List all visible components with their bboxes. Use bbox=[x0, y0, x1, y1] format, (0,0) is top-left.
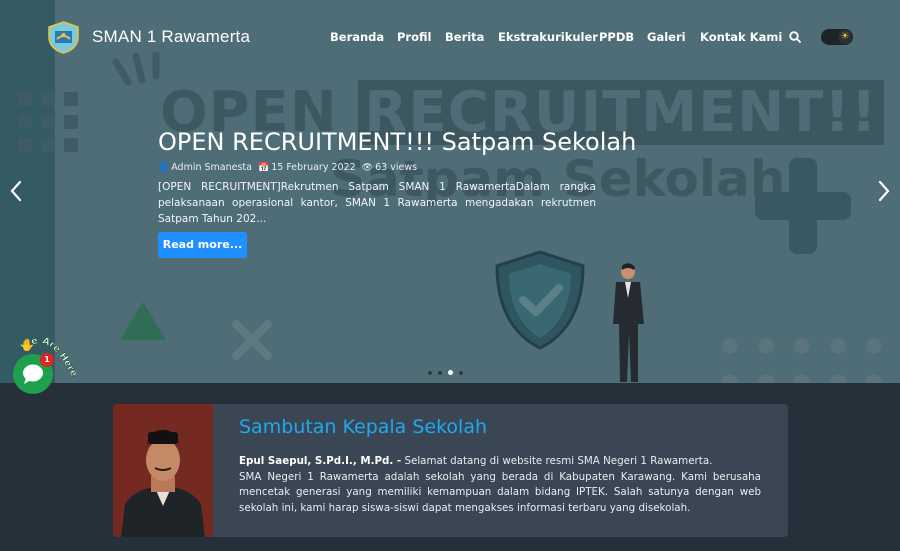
principal-welcome-card: Sambutan Kepala Sekolah Epul Saepul, S.P… bbox=[113, 404, 788, 537]
principal-photo bbox=[113, 404, 213, 537]
nav-item-ekstrakurikuler[interactable]: Ekstrakurikuler bbox=[498, 30, 598, 44]
chevron-right-icon[interactable] bbox=[877, 180, 891, 202]
calendar-icon: 📅 bbox=[258, 163, 270, 173]
school-logo[interactable] bbox=[47, 21, 80, 54]
slide-title[interactable]: OPEN RECRUITMENT!!! Satpam Sekolah bbox=[158, 128, 636, 156]
slide-indicator[interactable] bbox=[438, 370, 442, 375]
nav-item-ppdb[interactable]: PPDB bbox=[599, 30, 634, 44]
brand-name[interactable]: SMAN 1 Rawamerta bbox=[92, 27, 250, 47]
eye-icon: 👁 bbox=[361, 163, 374, 173]
slide-author: Admin Smanesta bbox=[171, 162, 252, 173]
welcome-body: SMA Negeri 1 Rawamerta adalah sekolah ya… bbox=[239, 470, 761, 514]
slide-indicator[interactable] bbox=[459, 370, 463, 375]
principal-name: Epul Saepul, S.Pd.I., M.Pd. - bbox=[239, 455, 402, 467]
top-navbar: SMAN 1 Rawamerta Beranda Profil Berita E… bbox=[0, 0, 900, 74]
slide-indicator-active[interactable] bbox=[448, 370, 453, 375]
nav-item-kontak-kami[interactable]: Kontak Kami bbox=[700, 30, 782, 44]
chat-badge: 1 bbox=[40, 353, 54, 367]
nav-item-berita[interactable]: Berita bbox=[445, 30, 484, 44]
welcome-title: Sambutan Kepala Sekolah bbox=[239, 416, 488, 438]
welcome-greeting: Selamat datang di website resmi SMA Nege… bbox=[401, 455, 713, 467]
security-guard-illustration bbox=[613, 263, 644, 382]
nav-item-profil[interactable]: Profil bbox=[397, 30, 431, 44]
decor-plus bbox=[755, 158, 851, 254]
search-icon[interactable] bbox=[789, 31, 801, 43]
read-more-button[interactable]: Read more... bbox=[158, 232, 247, 258]
sun-icon: ☀ bbox=[838, 30, 852, 44]
decor-x-mark bbox=[230, 318, 274, 362]
slide-views: 63 views bbox=[375, 162, 418, 173]
slide-meta: 👤 Admin Smanesta 📅 15 February 2022 👁 63 vi… bbox=[158, 162, 417, 173]
slide-excerpt: [OPEN RECRUITMENT]Rekrutmen Satpam SMAN … bbox=[158, 181, 596, 225]
welcome-text: Epul Saepul, S.Pd.I., M.Pd. - Selamat da… bbox=[239, 454, 761, 516]
slide-indicator[interactable] bbox=[428, 370, 432, 375]
decor-square-grid bbox=[18, 92, 78, 152]
nav-item-galeri[interactable]: Galeri bbox=[647, 30, 686, 44]
waving-hand-icon: ✋ bbox=[20, 338, 35, 352]
slide-indicators bbox=[428, 370, 463, 375]
decor-circle-grid bbox=[722, 338, 882, 383]
user-icon: 👤 bbox=[158, 163, 170, 173]
shield-check-illustration bbox=[495, 250, 585, 350]
slide-date: 15 February 2022 bbox=[271, 162, 356, 173]
nav-item-beranda[interactable]: Beranda bbox=[330, 30, 384, 44]
decor-triangle bbox=[120, 302, 166, 340]
theme-toggle[interactable]: ☀ bbox=[821, 29, 853, 45]
chevron-left-icon[interactable] bbox=[9, 180, 23, 202]
